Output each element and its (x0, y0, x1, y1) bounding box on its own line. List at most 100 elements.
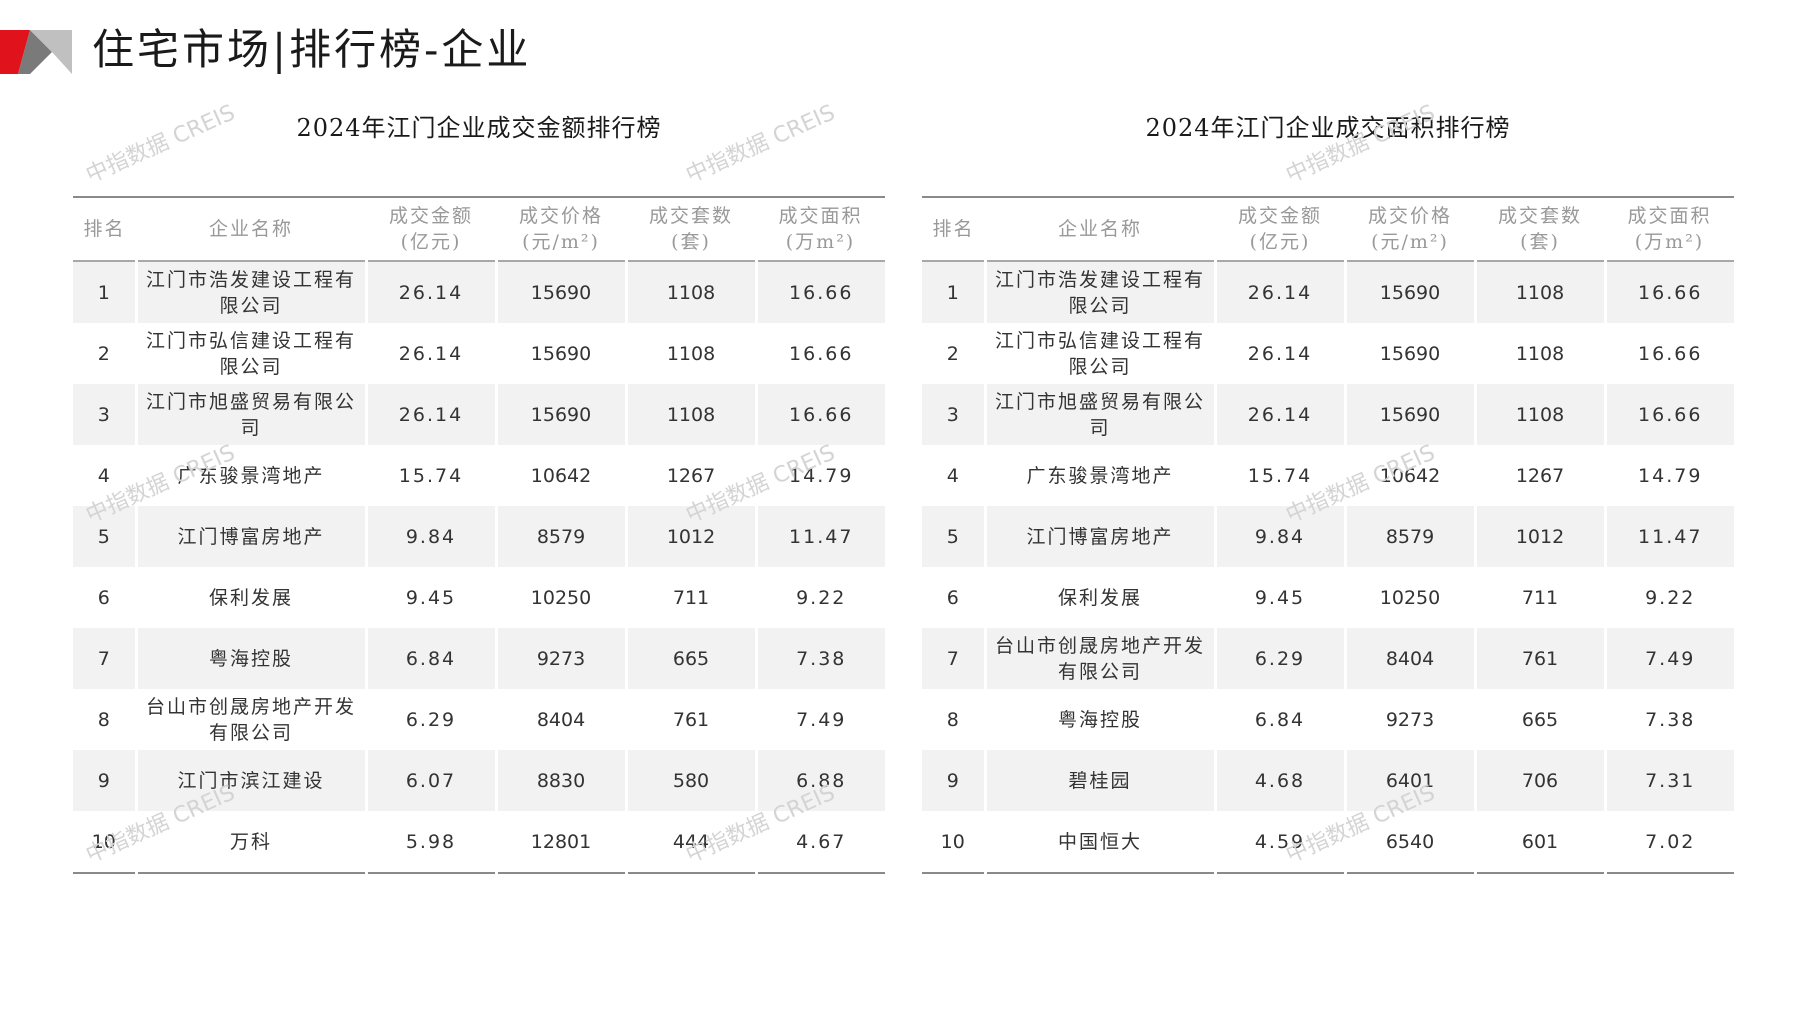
cell-company: 碧桂园 (983, 750, 1215, 811)
cell-units: 1108 (1473, 323, 1605, 384)
cell-amount: 6.29 (1213, 628, 1345, 689)
cell-rank: 2 (922, 323, 985, 384)
header-units-line: (套) (1520, 231, 1560, 253)
cell-units: 1267 (624, 445, 756, 506)
cell-company: 台山市创晟房地产开发 有限公司 (983, 628, 1215, 689)
cell-rank: 9 (922, 750, 985, 811)
header-units-line: 成交套数 (648, 205, 733, 227)
company-name-line: 司 (1089, 416, 1111, 439)
cell-company: 广东骏景湾地产 (134, 445, 366, 506)
cell-rank: 10 (922, 811, 985, 873)
header-price-line: (元/m²) (1371, 231, 1449, 253)
cell-units: 1108 (1473, 261, 1605, 323)
cell-rank: 8 (922, 689, 985, 750)
cell-rank: 6 (922, 567, 985, 628)
cell-price: 10250 (1343, 567, 1475, 628)
cell-price: 8404 (1343, 628, 1475, 689)
cell-price: 12801 (494, 811, 626, 873)
cell-area: 16.66 (1603, 261, 1734, 323)
cell-area: 7.31 (1603, 750, 1734, 811)
cell-rank: 7 (922, 628, 985, 689)
cell-rank: 8 (73, 689, 136, 750)
cell-amount: 15.74 (364, 445, 496, 506)
cell-area: 16.66 (754, 323, 885, 384)
brand-logo-icon (0, 30, 72, 74)
header-company-line: 企业名称 (208, 218, 293, 240)
cell-units: 580 (624, 750, 756, 811)
header-company: 企业名称 (136, 197, 366, 262)
cell-units: 1108 (624, 261, 756, 323)
cell-amount: 26.14 (364, 261, 496, 323)
table-row: 7 台山市创晟房地产开发 有限公司 6.29 8404 761 7.49 (922, 628, 1734, 689)
company-name-line: 广东骏景湾地产 (1026, 464, 1174, 487)
cell-rank: 1 (922, 261, 985, 323)
cell-units: 1108 (624, 323, 756, 384)
cell-units: 1267 (1473, 445, 1605, 506)
cell-amount: 9.45 (364, 567, 496, 628)
header-price-line: 成交价格 (1367, 205, 1452, 227)
cell-amount: 15.74 (1213, 445, 1345, 506)
cell-units: 711 (624, 567, 756, 628)
cell-area: 7.49 (1603, 628, 1734, 689)
cell-amount: 6.84 (364, 628, 496, 689)
cell-rank: 9 (73, 750, 136, 811)
table-row: 6 保利发展 9.45 10250 711 9.22 (922, 567, 1734, 628)
cell-area: 9.22 (754, 567, 885, 628)
cell-amount: 26.14 (1213, 261, 1345, 323)
cell-rank: 10 (73, 811, 136, 873)
cell-company: 粤海控股 (134, 628, 366, 689)
cell-units: 706 (1473, 750, 1605, 811)
cell-area: 7.02 (1603, 811, 1734, 873)
cell-price: 10642 (494, 445, 626, 506)
company-name-line: 中国恒大 (1057, 830, 1142, 853)
table-row: 4 广东骏景湾地产 15.74 10642 1267 14.79 (922, 445, 1734, 506)
cell-area: 9.22 (1603, 567, 1734, 628)
cell-units: 761 (1473, 628, 1605, 689)
header-amount-line: 成交金额 (388, 205, 473, 227)
cell-company: 江门市浩发建设工程有 限公司 (134, 261, 366, 323)
table-row: 1 江门市浩发建设工程有 限公司 26.14 15690 1108 16.66 (73, 261, 885, 323)
company-name-line: 限公司 (1068, 355, 1132, 378)
amount-ranking-panel: 2024年江门企业成交金额排行榜 排名 企业名称 成交金额 (亿元) 成交价格 (元/m²… (73, 100, 885, 874)
cell-area: 6.88 (754, 750, 885, 811)
table-row: 5 江门博富房地产 9.84 8579 1012 11.47 (922, 506, 1734, 567)
header-price-line: (元/m²) (522, 231, 600, 253)
cell-area: 14.79 (1603, 445, 1734, 506)
cell-amount: 9.45 (1213, 567, 1345, 628)
company-name-line: 台山市创晟房地产开发 (994, 634, 1205, 657)
header-company: 企业名称 (985, 197, 1215, 262)
header-units: 成交套数 (套) (626, 197, 756, 262)
header-area: 成交面积 (万m²) (1605, 197, 1734, 262)
cell-units: 711 (1473, 567, 1605, 628)
amount-ranking-table: 排名 企业名称 成交金额 (亿元) 成交价格 (元/m²) 成交套数 (套) 成交面积 (万m²)… (73, 196, 885, 874)
table-row: 2 江门市弘信建设工程有 限公司 26.14 15690 1108 16.66 (922, 323, 1734, 384)
cell-price: 10642 (1343, 445, 1475, 506)
cell-company: 广东骏景湾地产 (983, 445, 1215, 506)
cell-price: 9273 (1343, 689, 1475, 750)
cell-price: 8830 (494, 750, 626, 811)
cell-units: 1012 (624, 506, 756, 567)
page-header: 住宅市场|排行榜-企业 (0, 20, 800, 80)
cell-price: 6540 (1343, 811, 1475, 873)
cell-company: 江门市旭盛贸易有限公司 (134, 384, 366, 445)
company-name-line: 有限公司 (1057, 660, 1142, 683)
cell-rank: 5 (922, 506, 985, 567)
table-row: 4 广东骏景湾地产 15.74 10642 1267 14.79 (73, 445, 885, 506)
cell-area: 16.66 (1603, 384, 1734, 445)
cell-rank: 6 (73, 567, 136, 628)
table-row: 10 中国恒大 4.59 6540 601 7.02 (922, 811, 1734, 873)
cell-company: 中国恒大 (983, 811, 1215, 873)
cell-price: 15690 (494, 323, 626, 384)
header-price-line: 成交价格 (518, 205, 603, 227)
cell-units: 761 (624, 689, 756, 750)
cell-company: 保利发展 (983, 567, 1215, 628)
company-name-line: 限公司 (1068, 294, 1132, 317)
company-name-line: 限公司 (219, 355, 283, 378)
company-name-line: 江门市弘信建设工程有 (145, 329, 356, 352)
cell-company: 保利发展 (134, 567, 366, 628)
header-amount-line: (亿元) (400, 231, 462, 253)
cell-company: 江门市旭盛贸易有限公司 (983, 384, 1215, 445)
cell-price: 15690 (494, 261, 626, 323)
cell-price: 9273 (494, 628, 626, 689)
header-rank-line: 排名 (932, 218, 975, 240)
